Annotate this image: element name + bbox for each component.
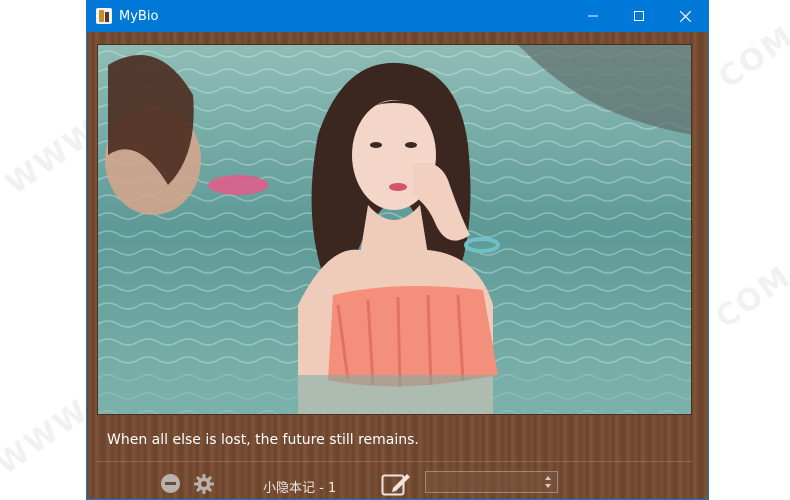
edit-note-icon[interactable]	[381, 471, 411, 497]
note-title: 小隐本记 - 1	[263, 481, 337, 496]
minus-circle-icon[interactable]	[161, 474, 180, 493]
watermark: WWW	[0, 392, 96, 483]
minimize-icon	[588, 15, 598, 17]
maximize-icon	[634, 11, 644, 21]
bio-photo	[97, 44, 692, 415]
spinner-arrows-icon	[545, 476, 551, 488]
close-button[interactable]	[662, 0, 708, 32]
window-controls	[570, 0, 708, 32]
minimize-button[interactable]	[570, 0, 616, 32]
maximize-button[interactable]	[616, 0, 662, 32]
bio-quote: When all else is lost, the future still …	[107, 432, 419, 448]
close-icon	[679, 10, 691, 22]
watermark: COM	[712, 19, 790, 96]
bottom-toolbar: 小隐本记 - 1	[87, 466, 708, 500]
app-window: MyBio When all else is lost, the future …	[86, 0, 709, 500]
watermark: COM	[709, 259, 790, 336]
app-icon	[96, 8, 112, 24]
note-dropdown[interactable]	[425, 471, 558, 493]
title-bar[interactable]: MyBio	[87, 0, 708, 32]
window-title: MyBio	[119, 8, 159, 24]
divider	[97, 461, 692, 462]
gear-icon[interactable]	[194, 474, 214, 494]
